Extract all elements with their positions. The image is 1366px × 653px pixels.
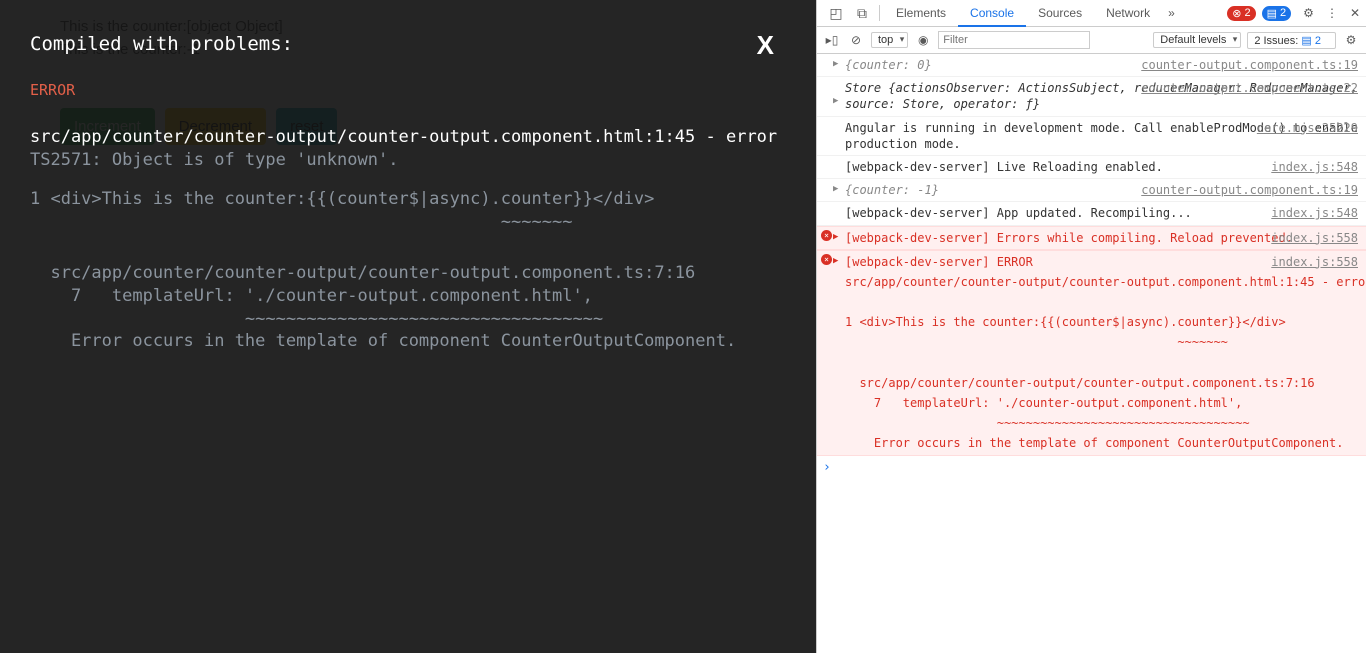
error-detail-line bbox=[845, 355, 1358, 371]
execution-context-select[interactable]: top bbox=[871, 32, 908, 48]
disclosure-icon[interactable]: ▶ bbox=[833, 95, 838, 107]
error-underline-2: ~~~~~~~~~~~~~~~~~~~~~~~~~~~~~~~~~~~ bbox=[30, 308, 786, 331]
log-levels-select[interactable]: Default levels bbox=[1153, 32, 1241, 48]
issues-label: 2 Issues: bbox=[1254, 35, 1298, 47]
overlay-title: Compiled with problems: bbox=[30, 32, 786, 58]
console-toolbar: ▸▯ ⊘ top ◉ Default levels 2 Issues: ▤ 2 … bbox=[817, 27, 1366, 54]
console-output[interactable]: ▶ {counter: 0} counter-output.component.… bbox=[817, 54, 1366, 653]
clear-console-icon[interactable]: ⊘ bbox=[847, 33, 865, 47]
settings-icon[interactable]: ⚙ bbox=[1297, 6, 1320, 20]
tab-network[interactable]: Network bbox=[1094, 0, 1162, 27]
error-icon: × bbox=[821, 254, 832, 265]
devtools-tab-strip: ◰ ⧉ Elements Console Sources Network » ⊗… bbox=[817, 0, 1366, 27]
console-row: ▶ {counter: 0} counter-output.component.… bbox=[817, 54, 1366, 77]
error-label: ERROR bbox=[30, 80, 786, 100]
devtools-close-icon[interactable]: ✕ bbox=[1344, 6, 1366, 20]
console-row: ▶ {counter: -1} counter-output.component… bbox=[817, 179, 1366, 202]
disclosure-icon[interactable]: ▶ bbox=[833, 255, 838, 267]
error-trace-file: src/app/counter/counter-output/counter-o… bbox=[30, 262, 786, 285]
error-detail-line: ~~~~~~~ bbox=[845, 334, 1358, 350]
disclosure-icon[interactable]: ▶ bbox=[833, 58, 838, 70]
more-tabs-icon[interactable]: » bbox=[1162, 6, 1181, 20]
error-count-badge[interactable]: ⊗ 2 bbox=[1227, 6, 1255, 21]
error-detail-line: ~~~~~~~~~~~~~~~~~~~~~~~~~~~~~~~~~~~ bbox=[845, 415, 1358, 431]
tab-separator bbox=[879, 5, 880, 21]
console-settings-icon[interactable]: ⚙ bbox=[1342, 33, 1360, 47]
tab-sources[interactable]: Sources bbox=[1026, 0, 1094, 27]
log-source-link[interactable]: core.mjs:25229 bbox=[1257, 120, 1358, 136]
error-trace-msg: Error occurs in the template of componen… bbox=[30, 330, 786, 353]
log-text: [webpack-dev-server] Live Reloading enab… bbox=[845, 160, 1163, 174]
disclosure-icon[interactable]: ▶ bbox=[833, 231, 838, 243]
error-icon: × bbox=[821, 230, 832, 241]
log-source-link[interactable]: index.js:558 bbox=[1271, 254, 1358, 270]
log-text: [webpack-dev-server] ERROR bbox=[845, 255, 1033, 269]
info-count: 2 bbox=[1280, 7, 1286, 19]
info-count-badge[interactable]: ▤ 2 bbox=[1262, 6, 1292, 21]
live-expression-icon[interactable]: ◉ bbox=[914, 33, 932, 47]
app-viewport: This is the counter:[object Object] This… bbox=[0, 0, 816, 653]
error-underline-1: ~~~~~~~ bbox=[30, 211, 786, 234]
issues-button[interactable]: 2 Issues: ▤ 2 bbox=[1247, 32, 1336, 49]
console-row: Angular is running in development mode. … bbox=[817, 117, 1366, 156]
error-ts-message: TS2571: Object is of type 'unknown'. bbox=[30, 149, 786, 172]
device-toggle-icon[interactable]: ⧉ bbox=[849, 5, 875, 22]
log-source-link[interactable]: index.js:548 bbox=[1271, 205, 1358, 221]
error-count: 2 bbox=[1245, 7, 1251, 19]
log-object[interactable]: {counter: -1} bbox=[845, 183, 939, 197]
console-row: counter-output.component.ts:22 ▶ Store {… bbox=[817, 77, 1366, 116]
error-detail-line: 7 templateUrl: './counter-output.compone… bbox=[845, 395, 1358, 411]
overlay-close-button[interactable]: X bbox=[757, 28, 774, 63]
error-detail-line: 1 <div>This is the counter:{{(counter$|a… bbox=[845, 314, 1358, 330]
error-detail-line: Error occurs in the template of componen… bbox=[845, 435, 1358, 451]
console-sidebar-icon[interactable]: ▸▯ bbox=[823, 33, 841, 47]
log-text: [webpack-dev-server] App updated. Recomp… bbox=[845, 206, 1192, 220]
error-detail-line bbox=[845, 294, 1358, 310]
log-source-link[interactable]: index.js:558 bbox=[1271, 230, 1358, 246]
error-trace-line: 7 templateUrl: './counter-output.compone… bbox=[30, 285, 786, 308]
inspect-icon[interactable]: ◰ bbox=[823, 5, 849, 22]
tab-elements[interactable]: Elements bbox=[884, 0, 958, 27]
console-row: [webpack-dev-server] App updated. Recomp… bbox=[817, 202, 1366, 225]
error-detail-line: src/app/counter/counter-output/counter-o… bbox=[845, 375, 1358, 391]
console-prompt[interactable] bbox=[817, 456, 1366, 479]
devtools-panel: ◰ ⧉ Elements Console Sources Network » ⊗… bbox=[816, 0, 1366, 653]
log-object[interactable]: {counter: 0} bbox=[845, 58, 932, 72]
console-row: [webpack-dev-server] Live Reloading enab… bbox=[817, 156, 1366, 179]
error-code-line: 1 <div>This is the counter:{{(counter$|a… bbox=[30, 188, 786, 211]
log-text: [webpack-dev-server] Errors while compil… bbox=[845, 231, 1293, 245]
log-source-link[interactable]: counter-output.component.ts:19 bbox=[1141, 182, 1358, 198]
console-error-row: × ▶ [webpack-dev-server] ERROR index.js:… bbox=[817, 250, 1366, 456]
error-detail-line: src/app/counter/counter-output/counter-o… bbox=[845, 274, 1358, 290]
issues-count: ▤ 2 bbox=[1301, 35, 1321, 47]
console-error-row: × ▶ [webpack-dev-server] Errors while co… bbox=[817, 226, 1366, 250]
compile-error-overlay: X Compiled with problems: ERROR src/app/… bbox=[0, 0, 816, 653]
log-source-link[interactable]: counter-output.component.ts:22 bbox=[1141, 80, 1358, 96]
disclosure-icon[interactable]: ▶ bbox=[833, 183, 838, 195]
error-location: src/app/counter/counter-output/counter-o… bbox=[30, 126, 786, 149]
log-source-link[interactable]: counter-output.component.ts:19 bbox=[1141, 57, 1358, 73]
log-source-link[interactable]: index.js:548 bbox=[1271, 159, 1358, 175]
more-menu-icon[interactable]: ⋮ bbox=[1320, 6, 1344, 20]
tab-console[interactable]: Console bbox=[958, 0, 1026, 27]
console-filter-input[interactable] bbox=[938, 31, 1090, 49]
